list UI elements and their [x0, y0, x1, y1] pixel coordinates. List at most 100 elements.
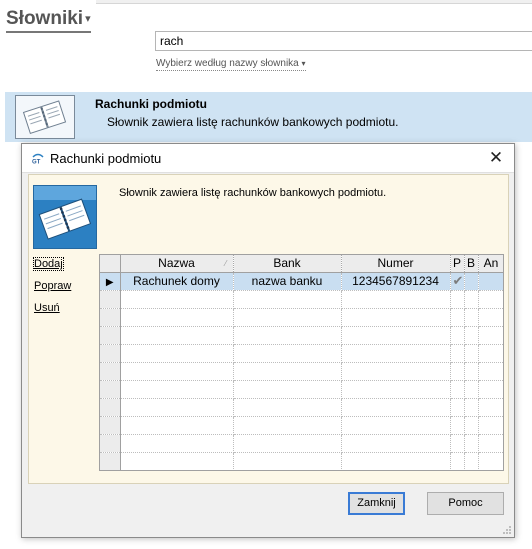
cell-bank[interactable] [233, 380, 342, 399]
table-row-empty[interactable] [100, 416, 503, 435]
resize-grip-icon[interactable] [502, 525, 512, 535]
cell-an[interactable] [478, 272, 503, 291]
table-row-empty[interactable] [100, 434, 503, 453]
cell-nazwa[interactable] [120, 290, 234, 309]
cell-nazwa[interactable] [120, 380, 234, 399]
cell-an[interactable] [478, 344, 503, 363]
cell-an[interactable] [478, 398, 503, 417]
cell-numer[interactable] [341, 290, 451, 309]
cell-numer[interactable] [341, 434, 451, 453]
cell-an[interactable] [478, 380, 503, 399]
cell-p[interactable]: ✔ [450, 272, 465, 291]
cell-p[interactable] [450, 380, 465, 399]
cell-numer[interactable] [341, 362, 451, 381]
cell-bank[interactable]: nazwa banku [233, 272, 342, 291]
cell-bank[interactable] [233, 416, 342, 435]
cell-bank[interactable] [233, 344, 342, 363]
add-link[interactable]: Dodaj [33, 257, 64, 271]
edit-link[interactable]: Popraw [34, 280, 71, 292]
cell-nazwa[interactable] [120, 398, 234, 417]
help-button[interactable]: Pomoc [427, 492, 504, 515]
dictionary-list-item-selected[interactable]: Rachunki podmiotu Słownik zawiera listę … [5, 92, 532, 142]
cell-p[interactable] [450, 398, 465, 417]
cell-an[interactable] [478, 434, 503, 453]
cell-nazwa[interactable] [120, 416, 234, 435]
cell-p[interactable] [450, 344, 465, 363]
table-row-empty[interactable] [100, 344, 503, 363]
table-row[interactable]: ▶ Rachunek domy nazwa banku 123456789123… [100, 272, 503, 291]
cell-p[interactable] [450, 452, 465, 470]
book-icon [33, 185, 97, 249]
active-top-tab[interactable] [0, 0, 96, 4]
column-header-p[interactable]: P [450, 255, 465, 273]
cell-numer[interactable] [341, 344, 451, 363]
cell-b[interactable] [464, 344, 479, 363]
cell-an[interactable] [478, 326, 503, 345]
cell-an[interactable] [478, 290, 503, 309]
cell-b[interactable] [464, 326, 479, 345]
search-filter-dropdown[interactable]: Wybierz według nazwy słownika ▾ [156, 58, 306, 71]
dictionary-search-input[interactable] [155, 31, 532, 51]
column-header-bank[interactable]: Bank [233, 255, 342, 273]
cell-nazwa[interactable] [120, 308, 234, 327]
cell-bank[interactable] [233, 290, 342, 309]
cell-b[interactable] [464, 398, 479, 417]
cell-p[interactable] [450, 290, 465, 309]
accounts-table[interactable]: Nazwa ⁄ Bank Numer P B An ▶ Rachunek domy [99, 254, 504, 471]
cell-nazwa[interactable] [120, 434, 234, 453]
cell-numer[interactable] [341, 398, 451, 417]
cell-p[interactable] [450, 308, 465, 327]
cell-numer[interactable] [341, 308, 451, 327]
cell-nazwa[interactable]: Rachunek domy [120, 272, 234, 291]
cell-an[interactable] [478, 362, 503, 381]
cell-nazwa[interactable] [120, 362, 234, 381]
svg-text:GT: GT [32, 160, 41, 165]
close-icon[interactable]: ✕ [486, 148, 506, 168]
cell-b[interactable] [464, 290, 479, 309]
table-row-empty[interactable] [100, 452, 503, 470]
cell-bank[interactable] [233, 434, 342, 453]
cell-nazwa[interactable] [120, 452, 234, 470]
cell-bank[interactable] [233, 326, 342, 345]
cell-b[interactable] [464, 452, 479, 470]
column-header-b[interactable]: B [464, 255, 479, 273]
cell-b[interactable] [464, 362, 479, 381]
cell-an[interactable] [478, 452, 503, 470]
table-row-empty[interactable] [100, 326, 503, 345]
column-header-an[interactable]: An [478, 255, 503, 273]
cell-b[interactable] [464, 380, 479, 399]
cell-b[interactable] [464, 434, 479, 453]
cell-p[interactable] [450, 434, 465, 453]
cell-bank[interactable] [233, 362, 342, 381]
cell-numer[interactable] [341, 380, 451, 399]
cell-numer[interactable]: 1234567891234 [341, 272, 451, 291]
cell-an[interactable] [478, 416, 503, 435]
cell-nazwa[interactable] [120, 326, 234, 345]
table-row-empty[interactable] [100, 398, 503, 417]
cell-numer[interactable] [341, 416, 451, 435]
dialog-titlebar[interactable]: GT Rachunki podmiotu ✕ [22, 144, 514, 173]
cell-numer[interactable] [341, 452, 451, 470]
table-row-empty[interactable] [100, 380, 503, 399]
cell-numer[interactable] [341, 326, 451, 345]
cell-bank[interactable] [233, 452, 342, 470]
delete-link[interactable]: Usuń [34, 302, 60, 314]
cell-b[interactable] [464, 272, 479, 291]
app-title-menu[interactable]: Słowniki ▾ [6, 8, 91, 34]
column-header-nazwa[interactable]: Nazwa ⁄ [120, 255, 234, 273]
cell-an[interactable] [478, 308, 503, 327]
table-row-empty[interactable] [100, 290, 503, 309]
cell-nazwa[interactable] [120, 344, 234, 363]
cell-bank[interactable] [233, 308, 342, 327]
cell-p[interactable] [450, 416, 465, 435]
cell-p[interactable] [450, 362, 465, 381]
table-row-empty[interactable] [100, 308, 503, 327]
table-row-empty[interactable] [100, 362, 503, 381]
cell-b[interactable] [464, 308, 479, 327]
row-indicator-header [100, 255, 121, 273]
cell-b[interactable] [464, 416, 479, 435]
cell-p[interactable] [450, 326, 465, 345]
cell-bank[interactable] [233, 398, 342, 417]
column-header-numer[interactable]: Numer [341, 255, 451, 273]
close-button[interactable]: Zamknij [348, 492, 405, 515]
